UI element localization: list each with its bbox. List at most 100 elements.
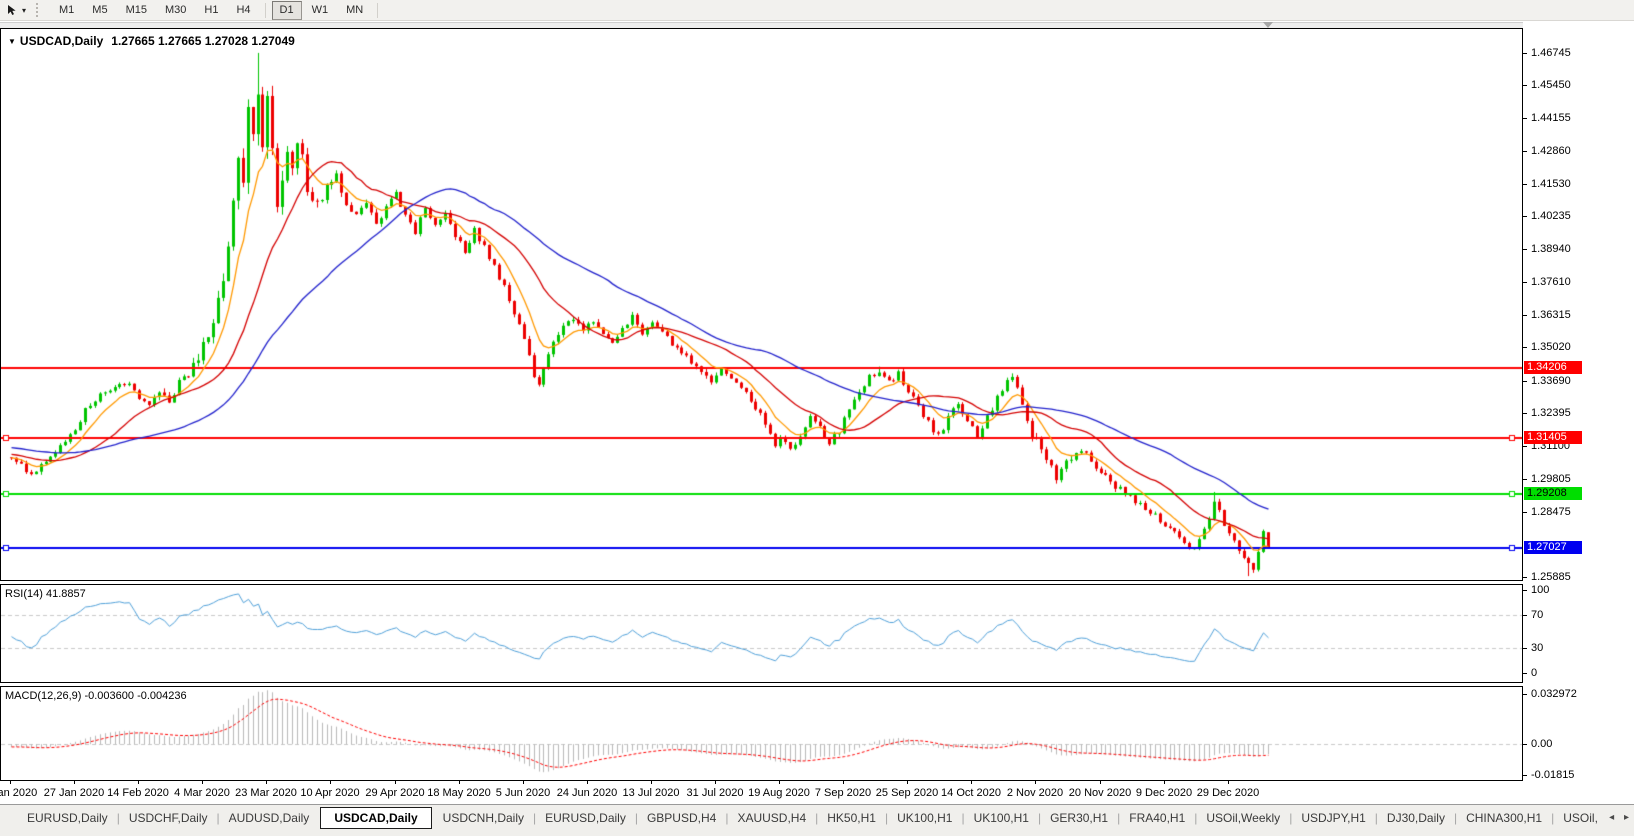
timeframe-button-h4[interactable]: H4 [228,1,258,20]
chart-tab-usdjpy-h1[interactable]: USDJPY,H1 [1290,808,1376,828]
timeframe-button-d1[interactable]: D1 [271,0,302,20]
timeframe-button-mn[interactable]: MN [338,1,371,20]
price-axis: 1.46745 1.45450 1.44155 1.42860 1.41530 1.402… [1523,21,1634,804]
date-tick-label: 29 Apr 2020 [365,787,425,799]
date-tick [1164,781,1165,784]
date-tick-label: 24 Jun 2020 [556,787,618,799]
price-tick-label: 1.28475 [1531,505,1571,518]
cursor-icon [8,4,16,15]
rsi-level-label: 30 [1531,642,1544,655]
date-tick-label: 9 Dec 2020 [1135,787,1193,799]
chart-ohlc-quote: 1.27665 1.27665 1.27028 1.27049 [111,34,295,48]
date-tick [459,781,460,784]
macd-max-label: 0.032972 [1531,688,1577,700]
date-tick [971,781,972,784]
price-tick-label: 1.37610 [1531,276,1571,289]
chart-tab-uk100-h1[interactable]: UK100,H1 [963,808,1040,828]
chart-tab-usoil-weekly[interactable]: USOil,Weekly [1195,808,1291,828]
price-tick-label: 1.41530 [1531,177,1571,190]
price-tick-label: 1.33690 [1531,374,1571,387]
chart-tab-gbpusd-h4[interactable]: GBPUSD,H4 [636,808,727,828]
date-tick-label: 19 Aug 2020 [748,787,810,799]
date-tick-label: 8 Jan 2020 [0,787,38,799]
price-tick-label: 1.38940 [1531,243,1571,255]
price-tick-label: 1.35020 [1531,341,1571,354]
price-tick-label: 1.25885 [1531,570,1571,583]
date-tick [10,781,11,784]
macd-min-label: -0.01815 [1531,769,1575,781]
date-tick-label: 23 Mar 2020 [235,787,297,799]
cursor-tool-button[interactable]: ▾ [6,4,26,17]
rsi-level-label-tick [1523,614,1527,616]
chart-tab-eurusd-daily[interactable]: EURUSD,Daily [534,808,637,828]
chart-tab-china300-h1[interactable]: CHINA300,H1 [1455,808,1553,828]
chart-tab-usdchf-daily[interactable]: USDCHF,Daily [118,808,219,828]
price-tick-label-tick [1523,413,1527,415]
price-tick-label-tick [1523,85,1527,87]
rsi-level-label: 0 [1531,667,1538,679]
main-chart-canvas[interactable] [1,29,1522,580]
price-tick-label-tick [1523,445,1527,447]
price-tick-label-tick [1523,249,1527,250]
price-tick-label-tick [1523,150,1527,152]
chart-tab-xauusd-h4[interactable]: XAUUSD,H4 [726,808,817,828]
price-badge-1.34206: 1.34206 [1524,360,1582,374]
rsi-canvas[interactable] [1,585,1522,682]
date-tick-label: 14 Oct 2020 [941,787,1001,799]
chart-tab-usdcnh-daily[interactable]: USDCNH,Daily [432,808,535,828]
price-tick-label-tick [1523,282,1527,284]
chart-tab-usoil-[interactable]: USOil, [1552,808,1609,828]
rsi-level-label-tick [1523,648,1527,650]
price-tick-label-tick [1523,216,1527,218]
chart-tab-eurusd-daily[interactable]: EURUSD,Daily [16,808,119,828]
tab-scroll-arrows: ◂ ▸ [1602,812,1629,823]
rsi-label: RSI(14) 41.8857 [5,588,86,600]
price-tick-label: 1.46745 [1531,46,1571,59]
date-tick-label: 13 Jul 2020 [622,787,680,799]
macd-canvas[interactable] [1,687,1522,780]
chevron-down-icon[interactable]: ▾ [22,6,26,15]
macd-zero-label: 0.00 [1531,738,1553,751]
timeframe-toolbar: ▾ M1 M5 M15 M30 H1 H4 D1 W1 MN [0,0,1634,21]
date-tick [202,781,203,784]
date-tick-label: 25 Sep 2020 [875,787,939,799]
chart-tab-hk50-h1[interactable]: HK50,H1 [816,808,887,828]
date-tick [1100,781,1101,784]
toolbar-grip [36,3,42,17]
date-tick-label: 27 Jan 2020 [43,787,105,799]
chart-tab-fra40-h1[interactable]: FRA40,H1 [1118,808,1196,828]
date-tick [395,781,396,784]
tab-scroll-left-icon[interactable]: ◂ [1609,812,1614,823]
date-tick [843,781,844,784]
price-tick-label-tick [1523,478,1527,480]
chart-symbol-label: USDCAD,Daily [19,34,104,48]
price-tick-label-tick [1523,347,1527,349]
timeframe-button-m5[interactable]: M5 [84,1,115,20]
date-tick [587,781,588,784]
chart-tab-audusd-daily[interactable]: AUDUSD,Daily [218,808,321,828]
rsi-pane: RSI(14) 41.8857 [0,584,1523,683]
toolbar-separator [377,2,379,18]
price-tick-label: 1.32395 [1531,407,1571,420]
status-strip [0,830,1634,836]
chart-tab-usdcad-daily[interactable]: USDCAD,Daily [320,806,432,829]
timeframe-button-m1[interactable]: M1 [51,1,82,20]
macd-zero-label-tick [1523,744,1527,746]
date-tick-label: 10 Apr 2020 [300,787,360,799]
tab-scroll-right-icon[interactable]: ▸ [1624,812,1629,823]
symbol-dropdown-icon[interactable]: ▼ [8,37,16,46]
timeframe-button-w1[interactable]: W1 [304,1,337,20]
price-tick-label-tick [1523,52,1527,54]
date-tick [330,781,331,784]
timeframe-button-m30[interactable]: M30 [157,1,194,20]
main-chart-pane: ▼ USDCAD,Daily 1.27665 1.27665 1.27028 1.2… [0,28,1523,581]
chart-tab-uk100-h1[interactable]: UK100,H1 [886,808,963,828]
timeframe-button-m15[interactable]: M15 [118,1,155,20]
timeframe-button-h1[interactable]: H1 [196,1,226,20]
date-axis: 8 Jan 2020 27 Jan 202014 Feb 2020 4 Mar 20… [0,781,1523,804]
chart-tab-ger30-h1[interactable]: GER30,H1 [1039,808,1119,828]
date-tick [1228,781,1229,784]
date-tick-label: 29 Dec 2020 [1196,787,1260,799]
chart-tab-dj30-daily[interactable]: DJ30,Daily [1376,808,1456,828]
toolbar-separator [264,2,266,18]
